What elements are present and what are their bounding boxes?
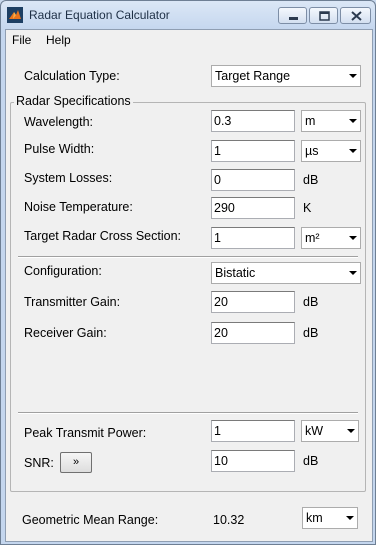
pulse-width-unit: µs (305, 144, 319, 158)
tx-gain-unit: dB (303, 295, 319, 309)
snr-unit: dB (303, 454, 319, 468)
chevron-down-icon (349, 119, 357, 123)
noise-temp-unit: K (303, 201, 312, 215)
maximize-button[interactable] (309, 7, 338, 24)
configuration-label: Configuration: (24, 264, 102, 278)
rcs-input[interactable]: 1 (211, 227, 295, 249)
matlab-icon (7, 7, 23, 23)
pulse-width-unit-dropdown[interactable]: µs (301, 140, 361, 162)
rcs-label: Target Radar Cross Section: (24, 229, 182, 243)
peak-power-label: Peak Transmit Power: (24, 426, 147, 440)
tx-gain-input[interactable]: 20 (211, 291, 295, 313)
snr-label: SNR: (24, 456, 54, 470)
result-unit: km (306, 511, 323, 525)
pulse-width-input[interactable]: 1 (211, 140, 295, 162)
wavelength-unit-dropdown[interactable]: m (301, 110, 361, 132)
peak-power-unit: kW (305, 424, 324, 438)
divider (18, 256, 358, 258)
noise-temp-label: Noise Temperature: (24, 200, 133, 214)
chevron-down-icon (349, 271, 357, 275)
menu-bar: File Help (6, 30, 372, 50)
client-area: File Help Calculation Type: Target Range… (5, 29, 373, 542)
close-icon (351, 11, 362, 21)
result-label: Geometric Mean Range: (22, 513, 159, 527)
configuration-value: Bistatic (215, 266, 256, 280)
calc-type-value: Target Range (215, 69, 291, 83)
title-bar[interactable]: Radar Equation Calculator (1, 1, 375, 29)
result-value: 10.32 (213, 513, 245, 527)
configuration-dropdown[interactable]: Bistatic (211, 262, 361, 284)
chevron-down-icon (349, 149, 357, 153)
minimize-button[interactable] (278, 7, 307, 24)
menu-file[interactable]: File (12, 33, 31, 47)
menu-help[interactable]: Help (46, 33, 71, 47)
radar-specs-title: Radar Specifications (14, 94, 133, 108)
rcs-unit: m² (305, 231, 320, 245)
tx-gain-label: Transmitter Gain: (24, 295, 121, 309)
chevron-down-icon (346, 516, 354, 520)
snr-input[interactable]: 10 (211, 450, 295, 472)
result-unit-dropdown[interactable]: km (302, 507, 358, 529)
divider (18, 412, 358, 414)
app-window: Radar Equation Calculator File Help Calc… (0, 0, 376, 545)
close-button[interactable] (340, 7, 371, 24)
system-losses-label: System Losses: (24, 171, 113, 185)
chevron-down-icon (349, 74, 357, 78)
calc-type-dropdown[interactable]: Target Range (211, 65, 361, 87)
wavelength-input[interactable]: 0.3 (211, 110, 295, 132)
peak-power-unit-dropdown[interactable]: kW (301, 420, 359, 442)
snr-expand-button[interactable]: » (60, 452, 92, 473)
calc-type-label: Calculation Type: (24, 69, 120, 83)
minimize-icon (289, 17, 298, 20)
chevron-down-icon (349, 236, 357, 240)
chevron-down-icon (347, 429, 355, 433)
rx-gain-label: Receiver Gain: (24, 326, 107, 340)
rx-gain-unit: dB (303, 326, 319, 340)
system-losses-unit: dB (303, 173, 319, 187)
peak-power-input[interactable]: 1 (211, 420, 295, 442)
maximize-icon (319, 11, 330, 21)
window-title: Radar Equation Calculator (29, 8, 170, 22)
wavelength-label: Wavelength: (24, 115, 94, 129)
system-losses-input[interactable]: 0 (211, 169, 295, 191)
pulse-width-label: Pulse Width: (24, 142, 95, 156)
rx-gain-input[interactable]: 20 (211, 322, 295, 344)
noise-temp-input[interactable]: 290 (211, 197, 295, 219)
rcs-unit-dropdown[interactable]: m² (301, 227, 361, 249)
wavelength-unit: m (305, 114, 316, 128)
